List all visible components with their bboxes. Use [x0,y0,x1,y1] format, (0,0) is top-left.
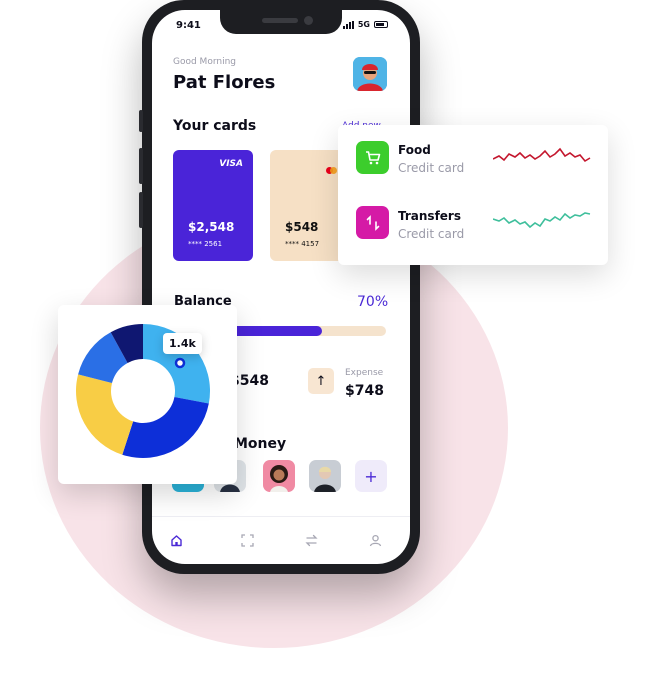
scan-icon[interactable] [238,531,256,549]
phone-frame: 9:41 5G Good Morning Pat Flores Your car… [139,0,423,574]
cards-title: Your cards [173,118,257,134]
phone-side-button [139,148,143,184]
contact-avatar[interactable] [263,460,295,492]
phone-side-button [139,110,143,132]
expense-amount: $748 [345,383,384,399]
donut-tooltip: 1.4k [163,333,202,354]
shopping-cart-icon [356,141,389,174]
plus-icon[interactable]: + [355,460,387,492]
greeting: Good Morning [173,57,236,67]
home-icon[interactable] [167,531,185,549]
arrow-up-icon: ↑ [308,368,334,394]
transactions-card: Food Credit card Transfers Credit card [338,125,608,265]
tab-bar [152,516,410,564]
card-amount: $548 [285,220,319,234]
profile-icon[interactable] [366,531,384,549]
expense-label: Expense [345,368,384,378]
balance-percent: 70% [357,294,389,310]
card-visa[interactable]: VISA $2,548 **** 2561 [173,150,253,261]
transfer-icon [356,206,389,239]
transaction-name: Food [398,143,431,157]
transaction-name: Transfers [398,209,461,223]
send-money-title: Money [234,436,287,452]
transfer-icon[interactable] [302,531,320,549]
transaction-method: Credit card [398,227,465,241]
transaction-method: Credit card [398,161,465,175]
trend-sparkline [493,147,591,163]
mastercard-logo-icon [326,159,337,178]
donut-chart [76,324,211,458]
status-icons: 5G [342,20,388,29]
donut-slice [76,374,134,455]
signal-icon [342,20,354,29]
speaker [262,18,298,23]
visa-logo: VISA [219,159,243,169]
network-label: 5G [357,20,370,29]
phone-notch [220,10,342,34]
card-amount: $2,548 [188,220,235,234]
card-number: **** 2561 [188,240,223,248]
donut-marker [174,357,186,369]
card-number: **** 4157 [285,240,320,248]
phone-side-button [139,192,143,228]
camera [304,16,313,25]
trend-sparkline [493,212,591,229]
battery-icon [374,21,388,28]
user-name: Pat Flores [173,72,276,93]
avatar[interactable] [353,57,387,91]
donut-chart-card: 1.4k [58,305,237,484]
status-time: 9:41 [176,20,201,31]
donut-slice [122,396,209,458]
contact-avatar[interactable] [309,460,341,492]
